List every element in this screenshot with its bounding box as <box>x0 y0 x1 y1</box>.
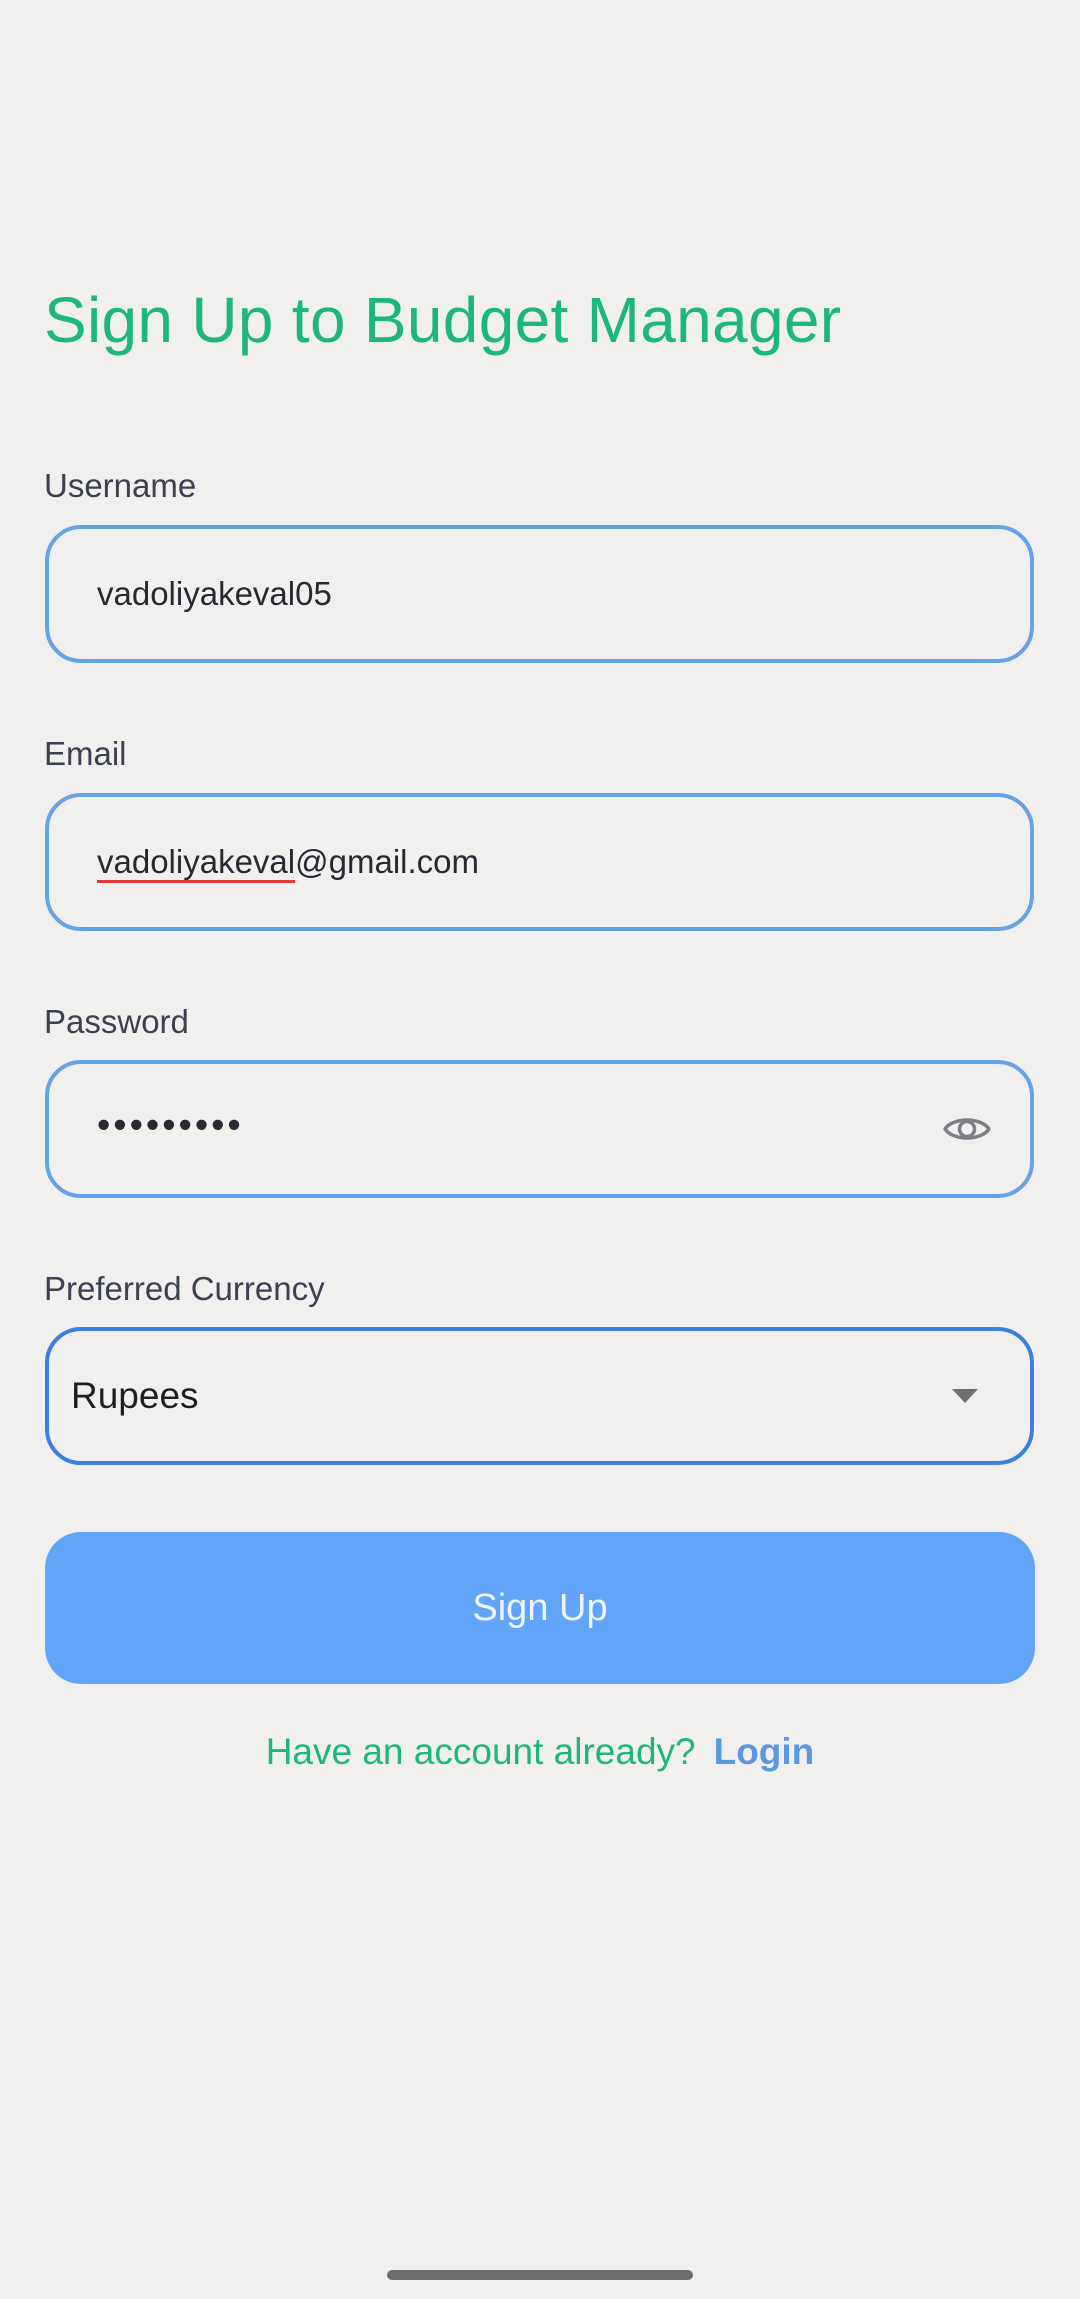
password-value: ••••••••• <box>97 1104 244 1147</box>
email-domain-part: @gmail.com <box>295 843 479 880</box>
login-link[interactable]: Login <box>714 1731 815 1772</box>
page-title: Sign Up to Budget Manager <box>44 284 842 356</box>
email-label: Email <box>44 735 127 772</box>
chevron-down-icon[interactable] <box>952 1389 978 1403</box>
email-field[interactable]: vadoliyakeval@gmail.com <box>45 793 1034 931</box>
currency-label: Preferred Currency <box>44 1270 325 1307</box>
password-field[interactable]: ••••••••• <box>45 1060 1034 1198</box>
email-misspelled-part: vadoliyakeval <box>97 843 296 880</box>
login-prompt: Have an account already? <box>265 1731 696 1772</box>
home-indicator[interactable] <box>387 2270 693 2280</box>
currency-select[interactable]: Rupees <box>45 1327 1034 1465</box>
email-value: vadoliyakeval@gmail.com <box>97 843 479 881</box>
username-value: vadoliyakeval05 <box>97 575 332 612</box>
currency-selected-value: Rupees <box>71 1375 199 1416</box>
password-label: Password <box>44 1003 189 1040</box>
login-row: Have an account already? Login <box>0 1730 1080 1774</box>
username-field[interactable]: vadoliyakeval05 <box>45 525 1034 663</box>
sign-up-button[interactable]: Sign Up <box>45 1532 1035 1684</box>
username-label: Username <box>44 467 197 504</box>
eye-icon[interactable] <box>942 1112 992 1146</box>
